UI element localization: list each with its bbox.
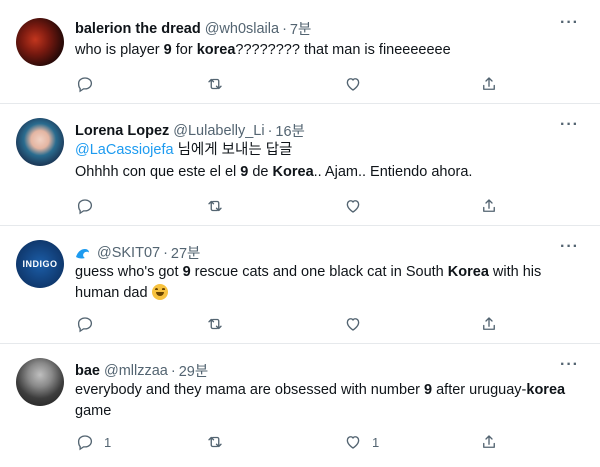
heart-icon [346, 318, 360, 331]
avatar[interactable]: INDIGO [16, 240, 64, 288]
more-icon[interactable]: ··· [560, 356, 579, 374]
retweet-icon [208, 436, 222, 448]
mention-link[interactable]: @LaCassiojefa [75, 142, 174, 158]
action-bar [76, 74, 506, 94]
reply-icon [77, 77, 93, 93]
action-bar [76, 314, 506, 334]
handle[interactable]: @SKIT07 [97, 245, 160, 261]
wave-emoji-icon [76, 248, 89, 259]
timestamp[interactable]: 29분 [179, 360, 208, 381]
retweet-button[interactable] [206, 432, 234, 452]
timestamp[interactable]: 16분 [275, 120, 304, 141]
share-icon [483, 317, 495, 330]
reply-icon [77, 317, 93, 333]
reply-count: 1 [104, 434, 112, 450]
more-icon[interactable]: ··· [560, 14, 579, 32]
heart-icon [346, 200, 360, 213]
retweet-button[interactable] [206, 74, 234, 94]
avatar[interactable] [16, 358, 64, 406]
reply-icon [77, 435, 93, 451]
share-button[interactable] [480, 196, 498, 216]
handle[interactable]: @wh0slaila [205, 21, 279, 37]
share-icon [483, 77, 495, 90]
avatar-logo-text: INDIGO [22, 259, 58, 269]
tweet-text: guess who's got 9 rescue cats and one bl… [75, 264, 542, 301]
display-name[interactable]: balerion the dread [75, 21, 201, 37]
display-name[interactable]: bae [75, 363, 100, 379]
like-count: 1 [372, 434, 380, 450]
handle[interactable]: @mllzzaa [104, 363, 168, 379]
separator-dot: · [163, 244, 168, 261]
action-bar: 1 1 [76, 432, 506, 452]
retweet-icon [208, 200, 222, 212]
tweet-3[interactable]: INDIGO @SKIT07 · 27분 ··· guess who's got… [0, 226, 600, 344]
reply-button[interactable] [76, 314, 104, 334]
share-icon [483, 435, 495, 448]
display-name[interactable]: Lorena Lopez [75, 123, 169, 139]
share-button[interactable] [480, 314, 498, 334]
separator-dot: · [170, 362, 176, 379]
separator-dot: · [282, 20, 287, 37]
tweet-4[interactable]: bae @mllzzaa · 29분 ··· everybody and the… [0, 344, 600, 467]
grinning-face-emoji-icon [151, 284, 168, 300]
retweet-button[interactable] [206, 314, 234, 334]
heart-icon [346, 436, 360, 449]
like-button[interactable] [344, 314, 372, 334]
timestamp[interactable]: 27분 [171, 242, 200, 263]
tweet-2[interactable]: Lorena Lopez @Lulabelly_Li · 16분 ··· @La… [0, 104, 600, 226]
like-button[interactable] [344, 196, 372, 216]
tweet-text: Ohhhh con que este el el 9 de Korea.. Aj… [75, 164, 473, 180]
action-bar [76, 196, 506, 216]
handle[interactable]: @Lulabelly_Li [173, 123, 264, 139]
reply-button[interactable] [76, 196, 104, 216]
tweet-text: everybody and they mama are obsessed wit… [75, 382, 566, 419]
retweet-icon [208, 78, 222, 90]
timestamp[interactable]: 7분 [290, 18, 311, 39]
retweet-icon [208, 318, 222, 330]
tweet-1[interactable]: balerion the dread @wh0slaila · 7분 ··· w… [0, 0, 600, 104]
reply-context: @LaCassiojefa 님에게 보내는 답글 [75, 142, 293, 158]
reply-button[interactable] [76, 74, 104, 94]
share-button[interactable] [480, 432, 498, 452]
reply-button[interactable]: 1 [76, 432, 111, 452]
avatar[interactable] [16, 118, 64, 166]
heart-icon [346, 78, 360, 91]
avatar[interactable] [16, 18, 64, 66]
like-button[interactable]: 1 [344, 432, 379, 452]
more-icon[interactable]: ··· [560, 116, 579, 134]
tweet-text: who is player 9 for korea???????? that m… [75, 42, 451, 58]
share-icon [483, 199, 495, 212]
like-button[interactable] [344, 74, 372, 94]
more-icon[interactable]: ··· [560, 238, 579, 256]
share-button[interactable] [480, 74, 498, 94]
retweet-button[interactable] [206, 196, 234, 216]
reply-icon [77, 199, 93, 215]
separator-dot: · [267, 122, 273, 139]
